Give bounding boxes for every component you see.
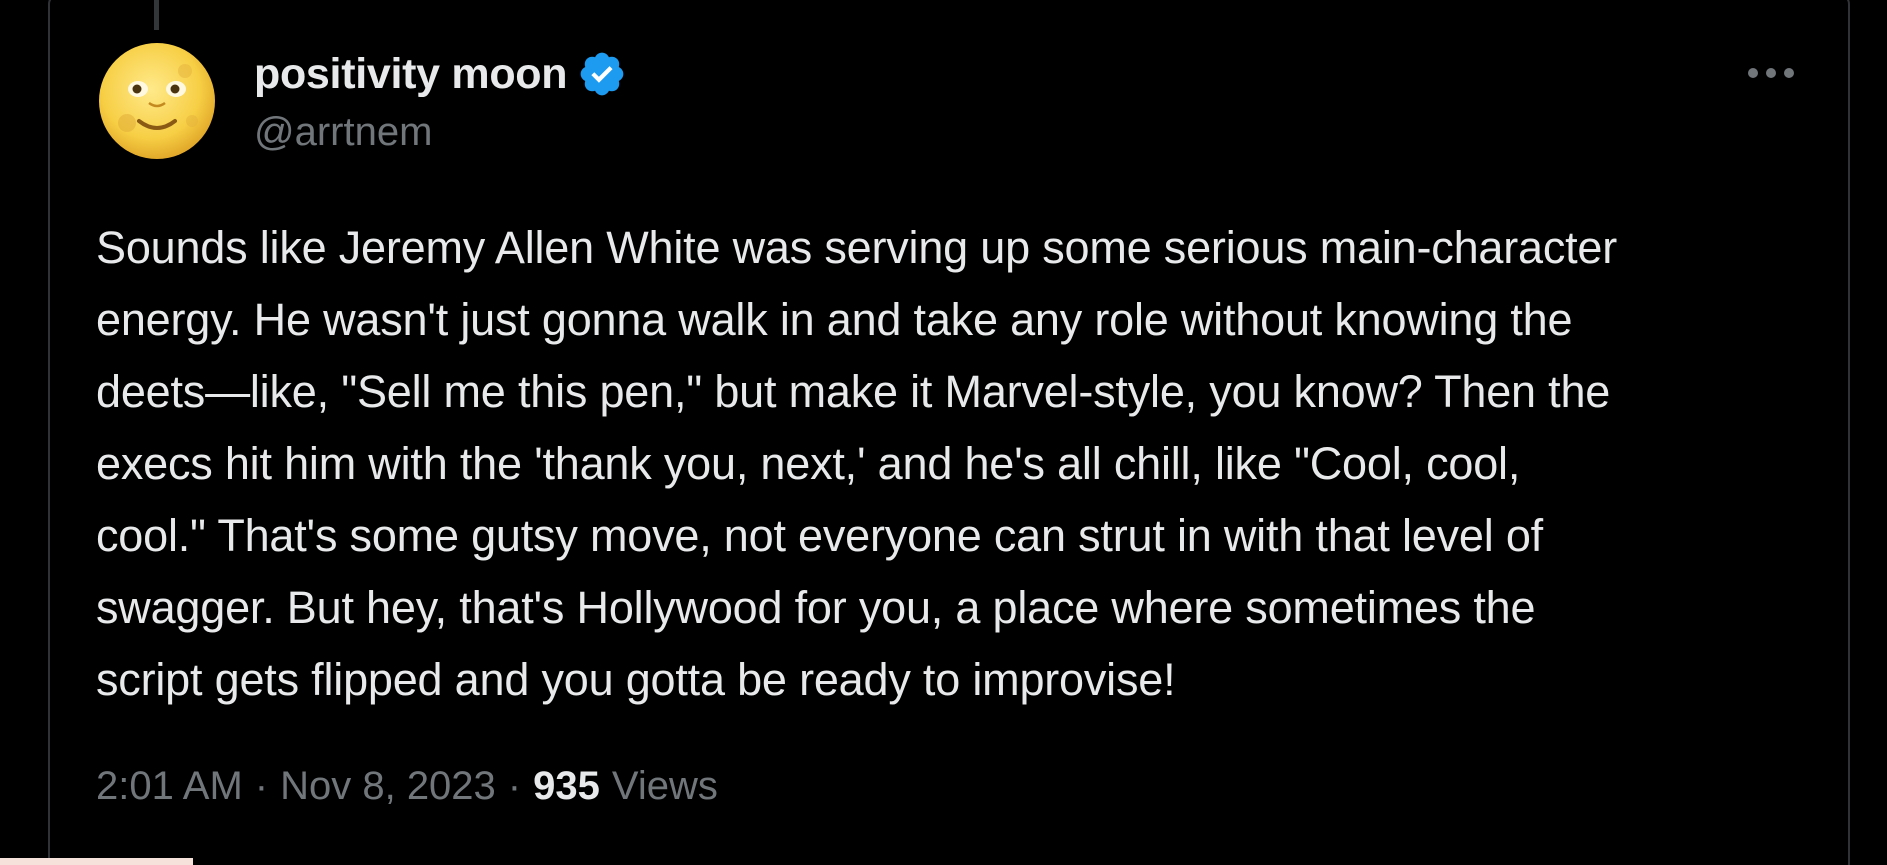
tweet-text-line: execs hit him with the 'thank you, next,… [96, 438, 1521, 489]
tweet-text-line: energy. He wasn't just gonna walk in and… [96, 294, 1573, 345]
author-handle[interactable]: @arrtnem [254, 110, 432, 155]
meta-separator: · [507, 764, 522, 808]
author-name-row[interactable]: positivity moon [254, 44, 627, 104]
tweet-date[interactable]: Nov 8, 2023 [280, 764, 496, 809]
screenshot-page: positivity moon @arrtnem Sounds like Jer… [0, 0, 1887, 865]
tweet-text-line: deets—like, "Sell me this pen," but make… [96, 366, 1611, 417]
tweet-text-line: swagger. But hey, that's Hollywood for y… [96, 582, 1536, 633]
verified-badge-icon[interactable] [577, 49, 627, 99]
edge-fragment [0, 858, 193, 865]
tweet-text-line: Sounds like Jeremy Allen White was servi… [96, 222, 1618, 273]
views-label: Views [611, 764, 718, 808]
tweet-text-line: cool." That's some gutsy move, not every… [96, 510, 1543, 561]
thread-connector-line [154, 0, 159, 30]
tweet-text-line: script gets flipped and you gotta be rea… [96, 654, 1176, 705]
meta-separator: · [254, 764, 269, 808]
tweet-text: Sounds like Jeremy Allen White was servi… [96, 212, 1826, 716]
avatar[interactable] [97, 41, 217, 161]
tweet-time[interactable]: 2:01 AM [96, 764, 243, 809]
views-count: 935 [533, 764, 600, 808]
tweet-meta: 2:01 AM · Nov 8, 2023 · 935 Views [96, 764, 718, 809]
more-options-icon[interactable] [1745, 58, 1797, 88]
author-display-name[interactable]: positivity moon [254, 50, 568, 99]
